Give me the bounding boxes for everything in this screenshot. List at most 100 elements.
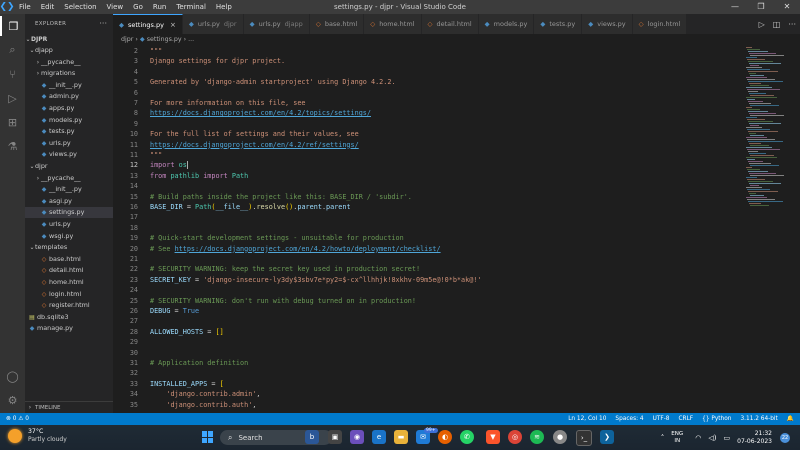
battery-icon[interactable]: ▭	[724, 434, 731, 442]
tree-item[interactable]: ◆ manage.py	[25, 323, 113, 334]
app-icon[interactable]: ●	[553, 430, 567, 444]
volume-icon[interactable]: ◁)	[708, 434, 716, 442]
split-editor-icon[interactable]: ◫	[773, 20, 781, 29]
tab-tests-py[interactable]: ◆ tests.py	[534, 14, 583, 34]
tree-item[interactable]: ◇ login.html	[25, 289, 113, 300]
tree-item[interactable]: ◆ urls.py	[25, 138, 113, 149]
tree-item[interactable]: ◆ __init__.py	[25, 80, 113, 91]
minimize-button[interactable]: —	[722, 0, 748, 14]
close-button[interactable]: ✕	[774, 0, 800, 14]
code-line[interactable]: 3 Django settings for djpr project.	[113, 56, 743, 66]
restore-button[interactable]: ❐	[748, 0, 774, 14]
more-icon[interactable]: ···	[788, 20, 796, 29]
code-line[interactable]: 17	[113, 212, 743, 222]
status-item[interactable]: UTF-8	[653, 413, 670, 425]
minimap[interactable]	[743, 45, 800, 413]
tree-item[interactable]: ⌄djapp	[25, 45, 113, 56]
code-line[interactable]: 21	[113, 254, 743, 264]
more-actions-icon[interactable]: ···	[99, 19, 107, 28]
tree-item[interactable]: ◇ register.html	[25, 300, 113, 311]
terminal-icon[interactable]: ›_	[576, 430, 592, 446]
status-item[interactable]: 🔔	[787, 413, 794, 425]
code-line[interactable]: 16 BASE_DIR = Path(__file__).resolve().pa…	[113, 202, 743, 212]
run-debug-icon[interactable]: ▷	[0, 88, 25, 108]
status-item[interactable]: CRLF	[679, 413, 694, 425]
extensions-icon[interactable]: ⊞	[0, 112, 25, 132]
notification-badge[interactable]: 22	[780, 432, 790, 443]
close-tab-icon[interactable]: ×	[170, 21, 176, 29]
status-item[interactable]: 3.11.2 64-bit	[740, 413, 777, 425]
code-line[interactable]: 30	[113, 348, 743, 358]
code-line[interactable]: 2 """	[113, 46, 743, 56]
code-line[interactable]: 27	[113, 316, 743, 326]
tree-item[interactable]: ◇ base.html	[25, 254, 113, 265]
chrome-icon[interactable]: ◎	[508, 430, 522, 444]
chevron-up-icon[interactable]: ˄	[661, 434, 665, 442]
menu-view[interactable]: View	[102, 3, 129, 11]
code-line[interactable]: 34 'django.contrib.admin',	[113, 389, 743, 399]
tree-item[interactable]: ▤ db.sqlite3	[25, 312, 113, 323]
breadcrumb-folder[interactable]: djpr	[121, 36, 133, 43]
code-line[interactable]: 5 Generated by 'django-admin startproject…	[113, 77, 743, 87]
tree-item[interactable]: ◆ settings.py	[25, 207, 113, 219]
code-line[interactable]: 13 from pathlib import Path	[113, 171, 743, 181]
code-line[interactable]: 24	[113, 285, 743, 295]
code-line[interactable]: 33 INSTALLED_APPS = [	[113, 379, 743, 389]
run-icon[interactable]: ▷	[759, 20, 765, 29]
menu-terminal[interactable]: Terminal	[171, 3, 211, 11]
clock[interactable]: 21:32 07-06-2023	[737, 430, 772, 446]
bing-icon[interactable]: b	[305, 430, 319, 444]
firefox-icon[interactable]: ◐	[438, 430, 452, 444]
code-line[interactable]: 4	[113, 67, 743, 77]
tree-root[interactable]: ⌄DJPR	[25, 34, 113, 45]
menu-selection[interactable]: Selection	[59, 3, 101, 11]
code-line[interactable]: 12 import os	[113, 160, 743, 170]
tree-item[interactable]: › migrations	[25, 68, 113, 79]
code-line[interactable]: 20 # See https://docs.djangoproject.com/e…	[113, 244, 743, 254]
spotify-icon[interactable]: ≋	[530, 430, 544, 444]
tab-base-html[interactable]: ◇ base.html	[309, 14, 365, 34]
file-explorer-icon[interactable]: ▬	[394, 430, 408, 444]
code-line[interactable]: 15 # Build paths inside the project like …	[113, 192, 743, 202]
code-line[interactable]: 6	[113, 88, 743, 98]
source-control-icon[interactable]: ⑂	[0, 64, 25, 84]
code-line[interactable]: 31 # Application definition	[113, 358, 743, 368]
weather-widget[interactable]: 37°C Partly cloudy	[8, 428, 67, 444]
tree-item[interactable]: ⌄djpr	[25, 161, 113, 172]
code-line[interactable]: 26 DEBUG = True	[113, 306, 743, 316]
code-line[interactable]: 9	[113, 119, 743, 129]
code-line[interactable]: 32	[113, 368, 743, 378]
code-line[interactable]: 10 For the full list of settings and thei…	[113, 129, 743, 139]
tab-login-html[interactable]: ◇ login.html	[632, 14, 688, 34]
tree-item[interactable]: ◆ admin.py	[25, 91, 113, 102]
status-item[interactable]: Ln 12, Col 10	[568, 413, 606, 425]
breadcrumb-symbol[interactable]: ...	[188, 36, 194, 43]
search-icon[interactable]: ⌕	[0, 40, 25, 60]
tree-item[interactable]: ◆ tests.py	[25, 126, 113, 137]
brave-icon[interactable]: ▼	[486, 430, 500, 444]
task-view-icon[interactable]: ▣	[328, 430, 342, 444]
menu-file[interactable]: File	[14, 3, 36, 11]
manage-gear-icon[interactable]: ⚙	[0, 390, 25, 410]
tab-urls-py[interactable]: ◆ urls.py djpr	[182, 14, 244, 34]
problems-indicator[interactable]: ⊗ 0 ⚠ 0	[6, 413, 29, 425]
code-line[interactable]: 8 https://docs.djangoproject.com/en/4.2/t…	[113, 108, 743, 118]
menu-run[interactable]: Run	[148, 3, 171, 11]
tab-views-py[interactable]: ◆ views.py	[582, 14, 633, 34]
tree-item[interactable]: ◆ wsgi.py	[25, 231, 113, 242]
code-line[interactable]: 29	[113, 337, 743, 347]
code-line[interactable]: 19 # Quick-start development settings - u…	[113, 233, 743, 243]
wifi-icon[interactable]: ◠	[695, 434, 701, 442]
tree-item[interactable]: ◆ views.py	[25, 149, 113, 160]
code-line[interactable]: 25 # SECURITY WARNING: don't run with deb…	[113, 296, 743, 306]
teams-chat-icon[interactable]: ◉	[350, 430, 364, 444]
tree-item[interactable]: › __pycache__	[25, 57, 113, 68]
code-line[interactable]: 18	[113, 223, 743, 233]
tree-item[interactable]: ◆ asgi.py	[25, 196, 113, 207]
vscode-taskbar-icon[interactable]: ❯	[600, 430, 614, 444]
code-line[interactable]: 11 """	[113, 150, 743, 160]
tab-home-html[interactable]: ◇ home.html	[364, 14, 422, 34]
menu-go[interactable]: Go	[128, 3, 148, 11]
code-line[interactable]: 28 ALLOWED_HOSTS = []	[113, 327, 743, 337]
tree-item[interactable]: ◇ home.html	[25, 277, 113, 288]
